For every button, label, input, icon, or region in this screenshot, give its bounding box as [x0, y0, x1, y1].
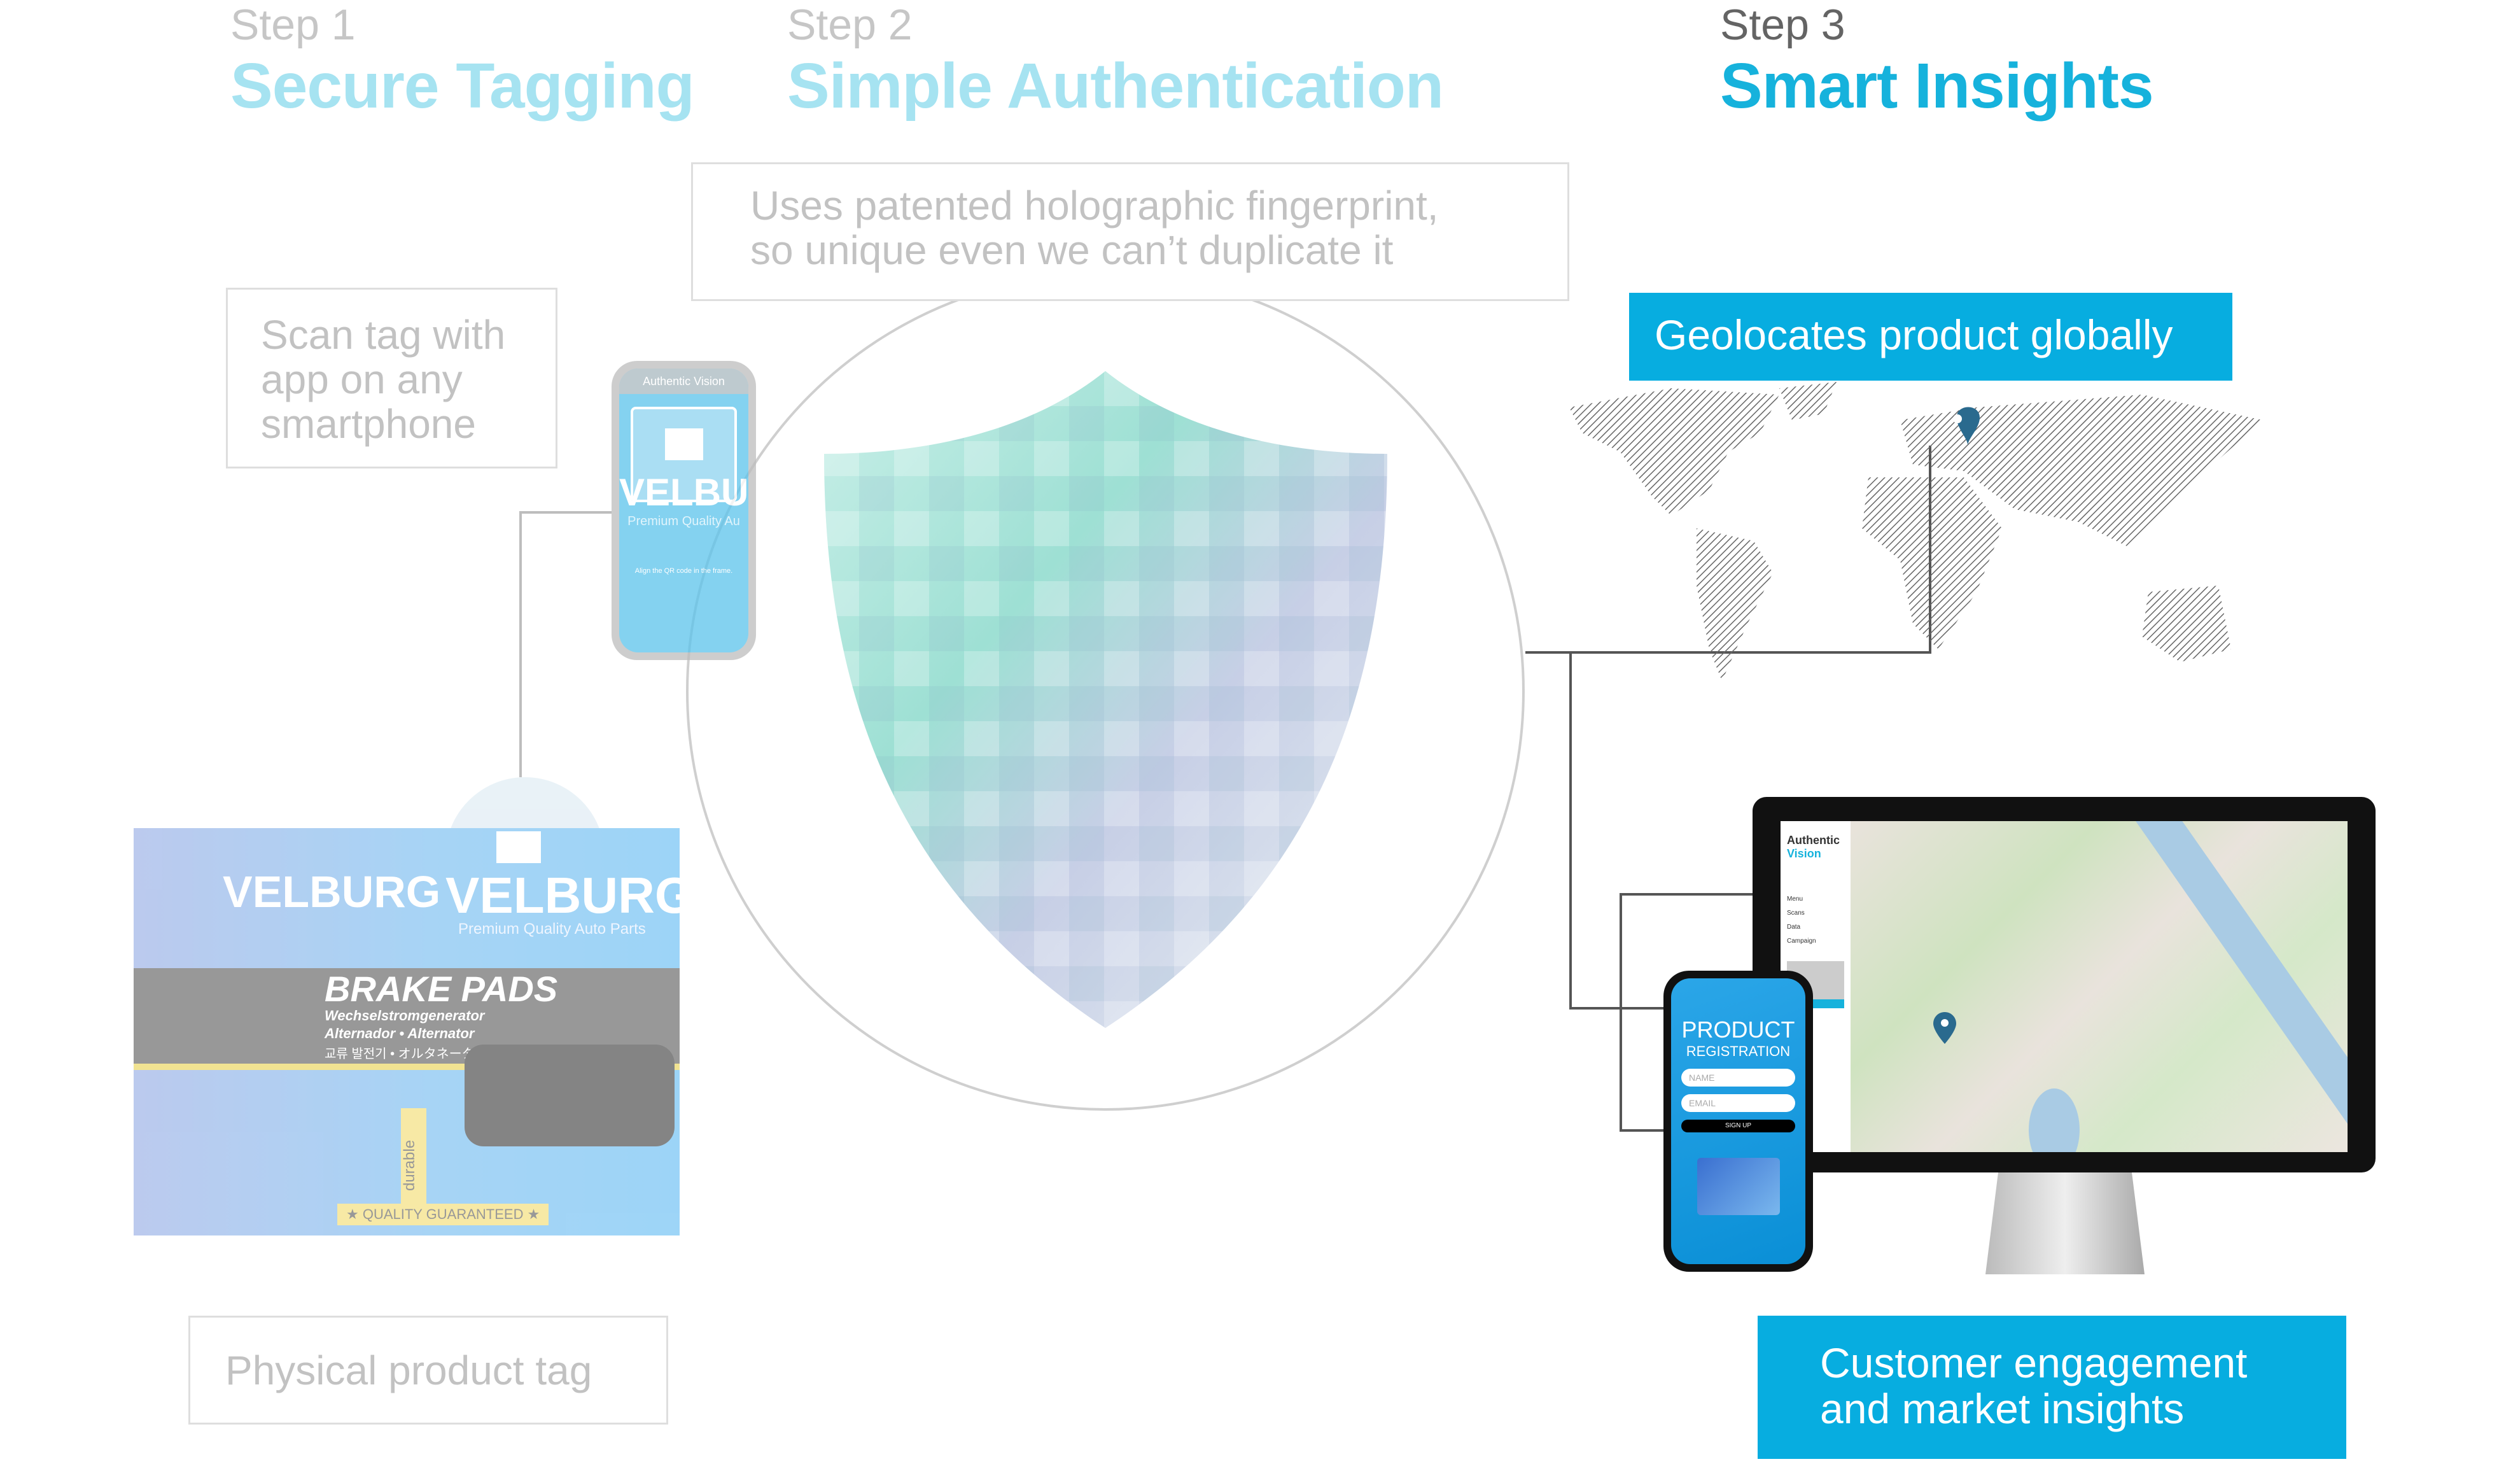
engagement-callout: Customer engagement and market insights: [1758, 1316, 2346, 1459]
box-brand-front: VELBURG: [445, 867, 695, 924]
scanning-phone: Authentic Vision VELBU Premium Quality A…: [612, 361, 756, 660]
dashboard-brand-2: Vision: [1787, 847, 1821, 860]
africa: [1862, 477, 2002, 649]
menu-item-scans[interactable]: Scans: [1787, 906, 1844, 920]
name-input[interactable]: NAME: [1681, 1069, 1795, 1087]
engagement-text-line-1: Customer engagement: [1820, 1339, 2248, 1386]
quality-badge: ★ QUALITY GUARANTEED ★: [337, 1204, 549, 1225]
scan-text-line-1: Scan tag with: [261, 312, 506, 358]
box-brand-left: VELBURG: [223, 867, 441, 917]
engagement-text-line-2: and market insights: [1820, 1385, 2185, 1432]
world-map: [1569, 382, 2263, 681]
dashboard-screen: Authentic Vision Menu Scans Data Campaig…: [1781, 821, 2348, 1152]
south-america: [1697, 528, 1773, 681]
menu-item-menu[interactable]: Menu: [1787, 892, 1844, 906]
qr-tag-icon: [496, 831, 541, 863]
hologram-text-line-1: Uses patented holographic fingerprint,: [750, 183, 1439, 229]
menu-item-data[interactable]: Data: [1787, 920, 1844, 934]
scan-callout: Scan tag with app on any smartphone: [226, 288, 557, 468]
map-pin-icon: [1933, 1012, 1956, 1044]
scan-hint: Align the QR code in the frame.: [634, 567, 733, 575]
box-line-2: Alternador • Alternator: [325, 1025, 475, 1041]
city-map[interactable]: [1851, 821, 2348, 1152]
registration-title: PRODUCT: [1681, 1017, 1795, 1043]
geolocate-callout: Geolocates product globally: [1629, 293, 2232, 381]
scan-text-line-2: app on any: [261, 356, 463, 402]
north-america: [1569, 388, 1779, 516]
river: [2118, 821, 2348, 1152]
brand-tagline: Premium Quality Au: [627, 514, 740, 528]
hologram-text-line-2: so unique even we can’t duplicate it: [750, 227, 1394, 273]
box-product-name: BRAKE PADS: [325, 969, 558, 1009]
monitor-stand: [1985, 1172, 2145, 1274]
app-brand: Authentic Vision: [619, 369, 748, 394]
menu-item-campaign[interactable]: Campaign: [1787, 934, 1844, 948]
box-tagline: Premium Quality Auto Parts: [458, 920, 646, 938]
registration-phone: PRODUCT REGISTRATION NAME EMAIL SIGN UP: [1663, 971, 1813, 1272]
sign-up-button[interactable]: SIGN UP: [1681, 1120, 1795, 1132]
scan-text-line-3: smartphone: [261, 401, 476, 447]
product-box-image: VELBURG VELBURG Premium Quality Auto Par…: [134, 777, 694, 1256]
box-line-3: 교류 발전기 • オルタネーター: [325, 1047, 487, 1061]
physical-tag-text: Physical product tag: [225, 1348, 592, 1393]
dashboard-brand-1: Authentic: [1787, 834, 1840, 847]
physical-tag-callout: Physical product tag: [188, 1316, 668, 1425]
scan-connector: [519, 511, 612, 777]
geolocate-text: Geolocates product globally: [1655, 311, 2173, 358]
dashboard-monitor: Authentic Vision Menu Scans Data Campaig…: [1753, 797, 2376, 1172]
box-line-1: Wechselstromgenerator: [325, 1008, 485, 1024]
hologram-callout: Uses patented holographic fingerprint, s…: [691, 162, 1569, 301]
email-input[interactable]: EMAIL: [1681, 1094, 1795, 1112]
registration-subtitle: REGISTRATION: [1686, 1043, 1791, 1059]
australia: [2142, 586, 2231, 662]
brand-watermark: VELBU: [619, 471, 748, 514]
product-thumbnail: [1697, 1158, 1780, 1215]
brake-pads-image: [465, 1045, 675, 1146]
lake: [2029, 1088, 2080, 1152]
holographic-shield-icon: [824, 371, 1387, 1028]
qr-code-icon: [664, 428, 703, 460]
greenland: [1779, 382, 1837, 420]
